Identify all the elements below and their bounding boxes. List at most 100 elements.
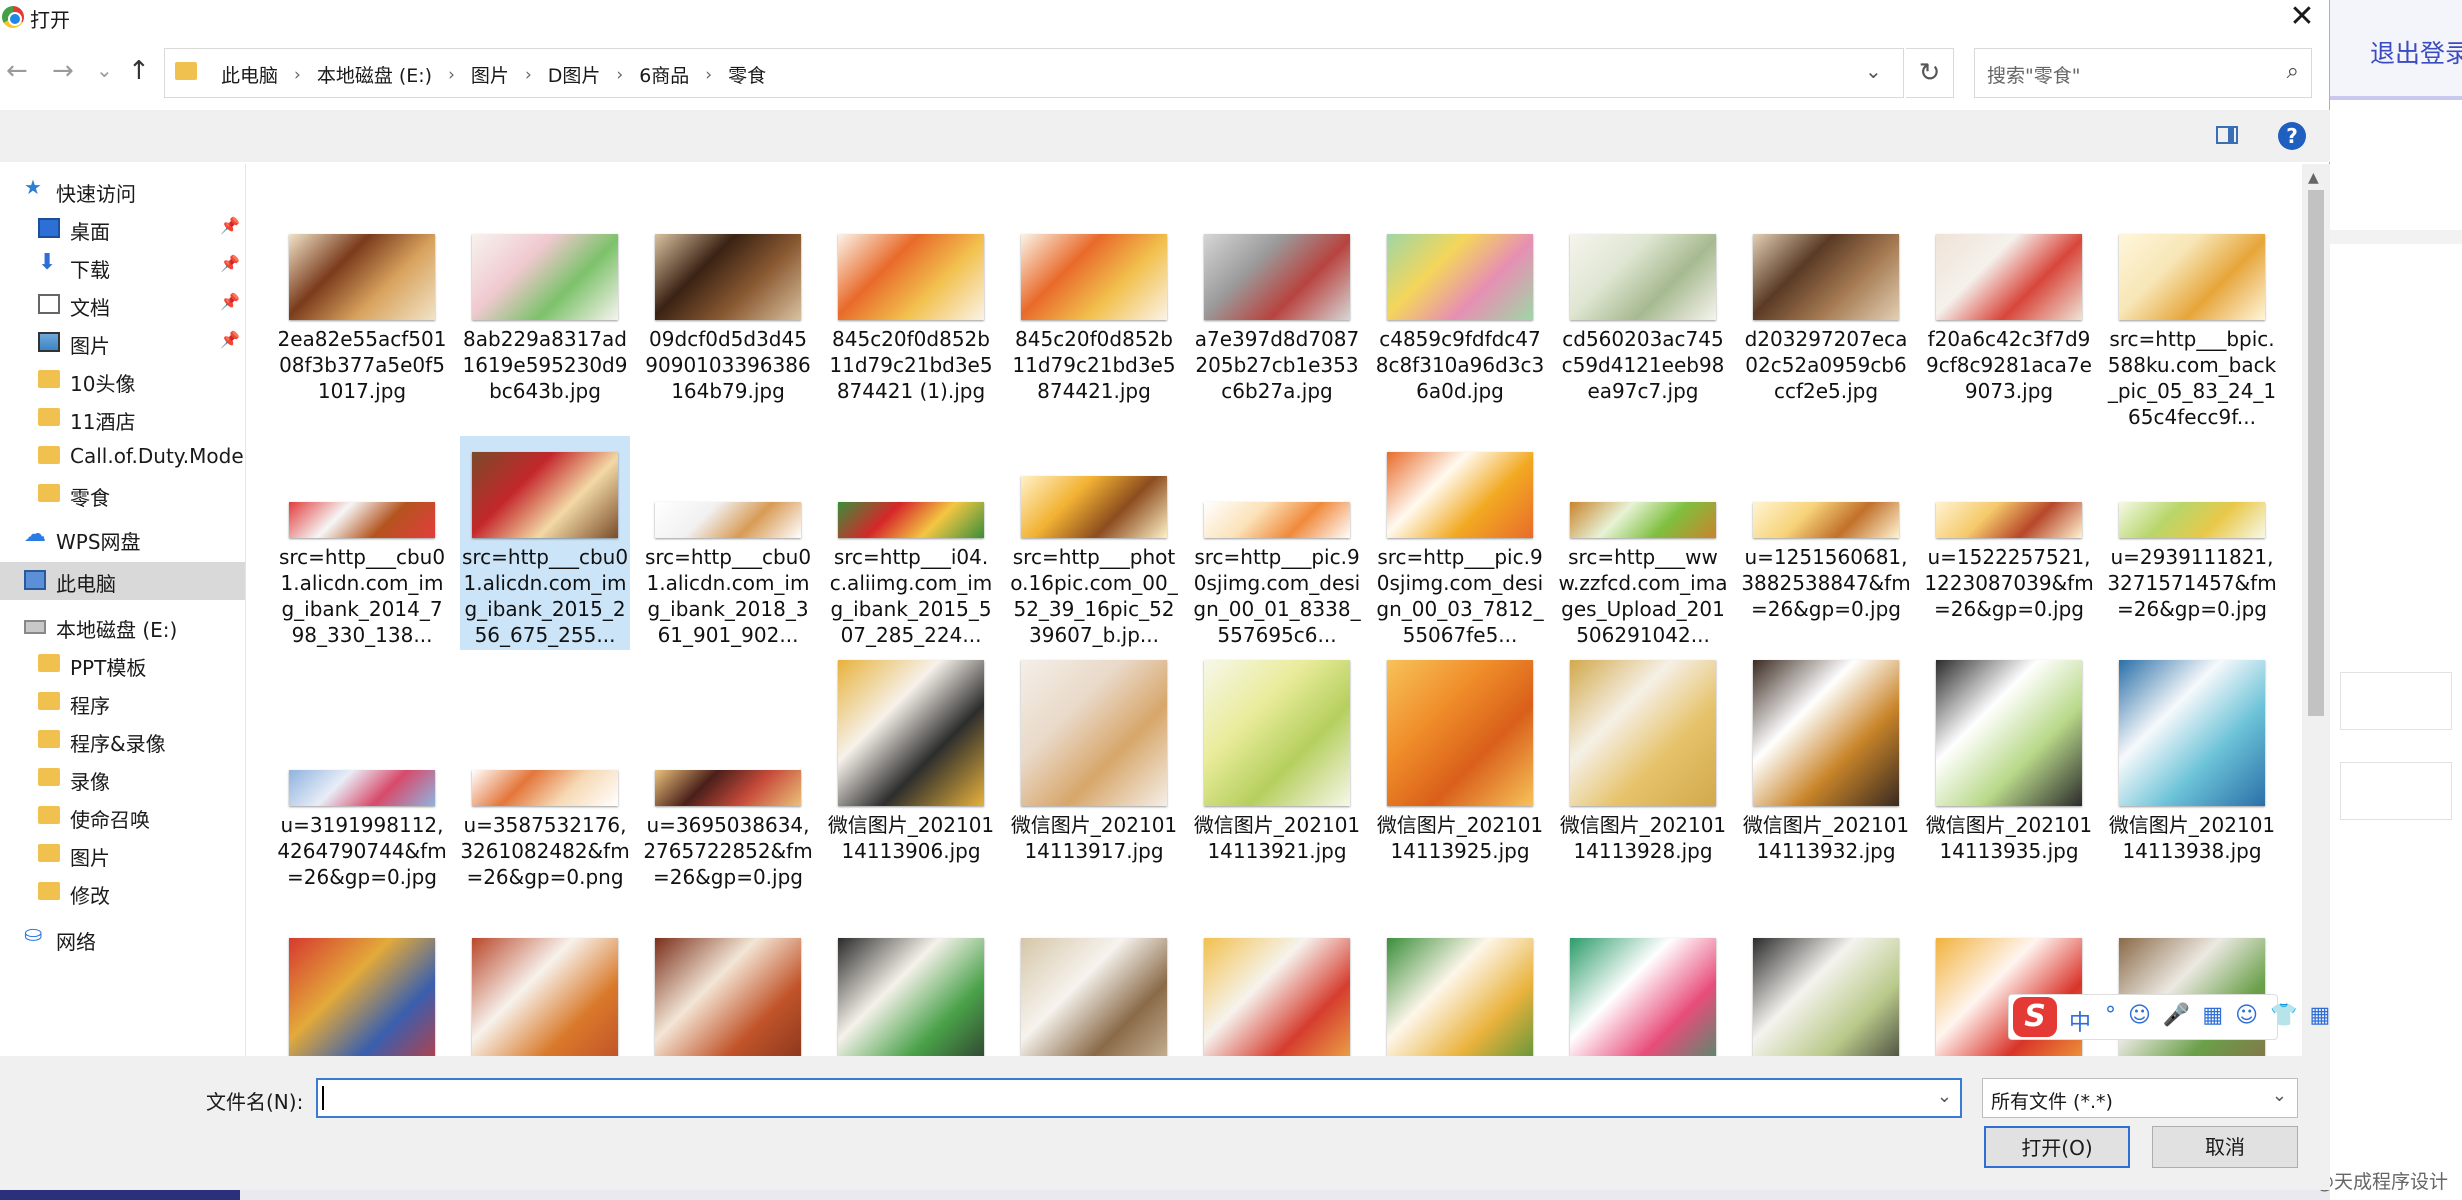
file-item[interactable] bbox=[1009, 930, 1179, 1056]
file-item[interactable] bbox=[826, 930, 996, 1056]
file-item[interactable]: 微信图片_20210114113932.jpg bbox=[1741, 650, 1911, 864]
sidebar-item[interactable]: 程序&录像 bbox=[0, 722, 245, 760]
file-item[interactable]: u=1251560681,3882538847&fm=26&gp=0.jpg bbox=[1741, 436, 1911, 650]
file-item[interactable]: 微信图片_20210114113921.jpg bbox=[1192, 650, 1362, 864]
sidebar-item[interactable]: 程序 bbox=[0, 684, 245, 722]
file-item[interactable]: u=3587532176,3261082482&fm=26&gp=0.png bbox=[460, 650, 630, 889]
breadcrumb-item[interactable]: 此电脑 bbox=[215, 61, 284, 88]
sidebar-item[interactable]: 桌面 📌 bbox=[0, 210, 245, 248]
breadcrumb-item[interactable]: 图片 bbox=[465, 61, 515, 88]
up-arrow-icon[interactable]: ↑ bbox=[128, 56, 150, 86]
chevron-down-icon[interactable]: ⌄ bbox=[1937, 1086, 1952, 1107]
breadcrumb-item[interactable]: 零食 bbox=[722, 61, 772, 88]
file-item[interactable] bbox=[1375, 930, 1545, 1056]
sidebar-item[interactable]: 10头像 bbox=[0, 362, 245, 400]
scrollbar-thumb[interactable] bbox=[2308, 190, 2324, 716]
file-item[interactable]: src=http___www.zzfcd.com_images_Upload_2… bbox=[1558, 436, 1728, 650]
ime-toolbar[interactable]: S 中 °☺🎤▦☺👕▦ bbox=[2008, 994, 2330, 1040]
file-item[interactable]: 微信图片_20210114113906.jpg bbox=[826, 650, 996, 864]
address-bar[interactable]: 此电脑 › 本地磁盘 (E:) › 图片 › D图片 › 6商品 › 零食 ⌄ bbox=[164, 48, 1904, 98]
file-item[interactable]: u=1522257521,1223087039&fm=26&gp=0.jpg bbox=[1924, 436, 2094, 650]
sidebar-item[interactable]: ★ 快速访问 bbox=[0, 172, 245, 210]
sidebar-item[interactable]: 使命召唤 bbox=[0, 798, 245, 836]
file-item[interactable]: src=http___bpic.588ku.com_back_pic_05_83… bbox=[2107, 218, 2277, 432]
ime-mode-label[interactable]: 中 bbox=[2069, 1005, 2091, 1037]
search-input[interactable]: 搜索"零食" bbox=[1987, 61, 2080, 88]
back-arrow-icon[interactable]: ← bbox=[6, 56, 28, 86]
breadcrumb-separator-icon[interactable]: › bbox=[515, 65, 542, 85]
sidebar-item[interactable]: 图片 📌 bbox=[0, 324, 245, 362]
pin-icon[interactable]: 📌 bbox=[220, 254, 240, 273]
preview-pane-icon[interactable] bbox=[2216, 126, 2238, 144]
open-button[interactable]: 打开(O) bbox=[1984, 1126, 2130, 1168]
sidebar-item[interactable]: PPT模板 bbox=[0, 646, 245, 684]
refresh-button[interactable]: ↻ bbox=[1906, 48, 1954, 98]
file-item[interactable] bbox=[1192, 930, 1362, 1056]
breadcrumb-separator-icon[interactable]: › bbox=[284, 65, 311, 85]
sidebar-item[interactable]: 此电脑 bbox=[0, 562, 245, 600]
file-item[interactable]: u=2939111821,3271571457&fm=26&gp=0.jpg bbox=[2107, 436, 2277, 650]
ime-tool-icons[interactable]: °☺🎤▦☺👕▦ bbox=[2105, 1003, 2342, 1028]
breadcrumb-separator-icon[interactable]: › bbox=[695, 65, 722, 85]
file-item[interactable]: 09dcf0d5d3d459090103396386164b79.jpg bbox=[643, 218, 813, 432]
sidebar-item[interactable]: Call.of.Duty.Mode bbox=[0, 438, 245, 476]
breadcrumb-item[interactable]: 本地磁盘 (E:) bbox=[311, 61, 438, 88]
file-item[interactable]: src=http___photo.16pic.com_00_52_39_16pi… bbox=[1009, 436, 1179, 650]
file-item[interactable] bbox=[1741, 930, 1911, 1056]
file-item[interactable]: a7e397d8d7087205b27cb1e353c6b27a.jpg bbox=[1192, 218, 1362, 432]
sidebar-item[interactable]: 文档 📌 bbox=[0, 286, 245, 324]
file-item[interactable]: src=http___i04.c.aliimg.com_img_ibank_20… bbox=[826, 436, 996, 650]
breadcrumb-separator-icon[interactable]: › bbox=[438, 65, 465, 85]
file-item[interactable]: f20a6c42c3f7d99cf8c9281aca7e9073.jpg bbox=[1924, 218, 2094, 432]
file-item[interactable]: 微信图片_20210114113935.jpg bbox=[1924, 650, 2094, 864]
logout-link[interactable]: 退出登录 bbox=[2370, 34, 2462, 70]
breadcrumb-separator-icon[interactable]: › bbox=[606, 65, 633, 85]
pin-icon[interactable]: 📌 bbox=[220, 216, 240, 235]
file-item[interactable]: 845c20f0d852b11d79c21bd3e5874421 (1).jpg bbox=[826, 218, 996, 432]
breadcrumb-item[interactable]: 6商品 bbox=[633, 61, 695, 88]
file-item[interactable]: 微信图片_20210114113925.jpg bbox=[1375, 650, 1545, 864]
file-item[interactable]: u=3191998112,4264790744&fm=26&gp=0.jpg bbox=[277, 650, 447, 889]
sidebar-item[interactable]: ☁ WPS网盘 bbox=[0, 520, 245, 558]
sidebar-item[interactable]: 图片 bbox=[0, 836, 245, 874]
sidebar-item[interactable]: 录像 bbox=[0, 760, 245, 798]
filename-input[interactable]: ⌄ bbox=[316, 1078, 1962, 1118]
sidebar-item[interactable]: 11酒店 bbox=[0, 400, 245, 438]
file-item[interactable] bbox=[643, 930, 813, 1056]
sidebar-item[interactable]: ⛀ 网络 bbox=[0, 920, 245, 958]
file-item[interactable]: c4859c9fdfdc478c8f310a96d3c36a0d.jpg bbox=[1375, 218, 1545, 432]
sidebar-item[interactable]: 零食 bbox=[0, 476, 245, 514]
file-item[interactable]: 微信图片_20210114113917.jpg bbox=[1009, 650, 1179, 864]
file-item[interactable]: src=http___cbu01.alicdn.com_img_ibank_20… bbox=[277, 436, 447, 650]
close-button[interactable]: ✕ bbox=[2274, 0, 2330, 36]
breadcrumb-item[interactable]: D图片 bbox=[542, 61, 607, 88]
file-item[interactable]: 微信图片_20210114113938.jpg bbox=[2107, 650, 2277, 864]
file-item[interactable] bbox=[460, 930, 630, 1056]
vertical-scrollbar[interactable]: ▲ bbox=[2302, 164, 2330, 1056]
sidebar-item[interactable]: 本地磁盘 (E:) bbox=[0, 608, 245, 646]
file-type-select[interactable]: 所有文件 (*.*) ⌄ bbox=[1982, 1078, 2298, 1118]
file-item[interactable]: src=http___pic.90sjimg.com_design_00_01_… bbox=[1192, 436, 1362, 650]
sidebar-item[interactable]: 修改 bbox=[0, 874, 245, 912]
file-item[interactable] bbox=[277, 930, 447, 1056]
sogou-icon[interactable]: S bbox=[2013, 997, 2057, 1037]
file-item[interactable]: src=http___cbu01.alicdn.com_img_ibank_20… bbox=[643, 436, 813, 650]
file-item[interactable]: u=3695038634,2765722852&fm=26&gp=0.jpg bbox=[643, 650, 813, 889]
forward-arrow-icon[interactable]: → bbox=[52, 56, 74, 86]
search-box[interactable]: 搜索"零食" ⌕ bbox=[1974, 48, 2312, 98]
chevron-down-icon[interactable]: ⌄ bbox=[1865, 59, 1882, 83]
file-item[interactable] bbox=[1558, 930, 1728, 1056]
pin-icon[interactable]: 📌 bbox=[220, 292, 240, 311]
file-item[interactable]: src=http___cbu01.alicdn.com_img_ibank_20… bbox=[460, 436, 630, 650]
file-item[interactable]: 微信图片_20210114113928.jpg bbox=[1558, 650, 1728, 864]
file-item[interactable]: 2ea82e55acf50108f3b377a5e0f51017.jpg bbox=[277, 218, 447, 432]
file-item[interactable]: src=http___pic.90sjimg.com_design_00_03_… bbox=[1375, 436, 1545, 650]
pin-icon[interactable]: 📌 bbox=[220, 330, 240, 349]
help-icon[interactable]: ? bbox=[2278, 122, 2306, 150]
file-item[interactable]: 8ab229a8317ad1619e595230d9bc643b.jpg bbox=[460, 218, 630, 432]
cancel-button[interactable]: 取消 bbox=[2152, 1126, 2298, 1168]
file-item[interactable]: cd560203ac745c59d4121eeb98ea97c7.jpg bbox=[1558, 218, 1728, 432]
sidebar-item[interactable]: ⬇ 下载 📌 bbox=[0, 248, 245, 286]
scroll-up-icon[interactable]: ▲ bbox=[2308, 170, 2319, 186]
file-item[interactable]: 845c20f0d852b11d79c21bd3e5874421.jpg bbox=[1009, 218, 1179, 432]
